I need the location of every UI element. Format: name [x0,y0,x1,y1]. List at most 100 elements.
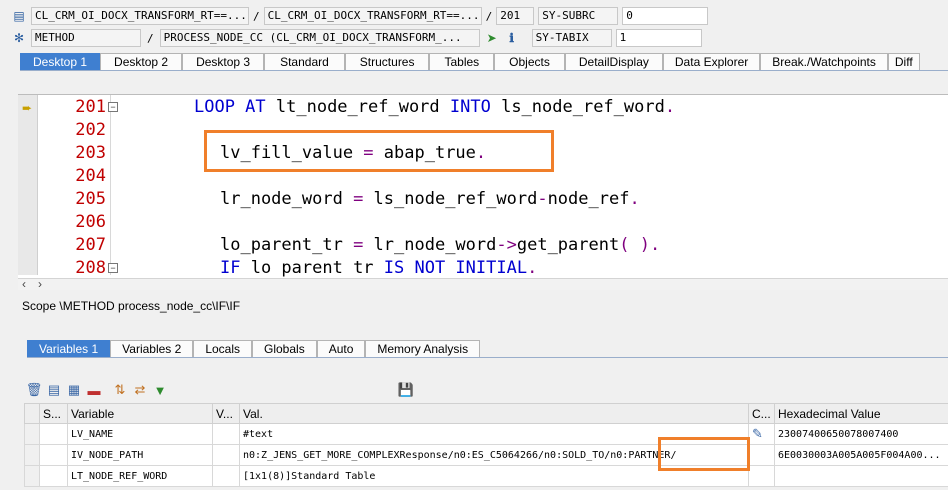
sysfield-value[interactable]: 0 [622,7,709,25]
operator: . [664,97,676,117]
fold-collapse-icon[interactable]: − [108,102,118,112]
tab-standard[interactable]: Standard [264,53,345,70]
line-number: 204 [75,166,106,186]
fold-bar [110,95,111,275]
tab-desktop-3[interactable]: Desktop 3 [182,53,265,70]
operator: -> [496,235,517,255]
identifier: ls_node_ref_word [363,189,538,209]
keyword: INTO [449,97,491,117]
transfer-icon[interactable]: ⇅ [112,382,128,398]
change-cell[interactable] [748,444,775,466]
tab-desktop-1[interactable]: Desktop 1 [20,53,101,70]
editor-hscrollbar[interactable]: ‹ › [18,277,948,291]
program-field[interactable]: CL_CRM_OI_DOCX_TRANSFORM_RT==... [31,7,249,25]
v-cell [212,423,240,445]
event-field[interactable]: PROCESS_NODE_CC (CL_CRM_OI_DOCX_TRANSFOR… [159,29,480,47]
scroll-right-icon[interactable]: › [38,277,42,291]
tab-locals[interactable]: Locals [193,340,252,357]
code-line-201: LOOP AT lt_node_ref_word INTO ls_node_re… [194,97,675,117]
table-row[interactable]: LV_NAME #text ✎ 23007400650078007400 [24,423,948,445]
sysfield-value[interactable]: 1 [615,29,702,47]
include-field[interactable]: CL_CRM_OI_DOCX_TRANSFORM_RT==... [263,7,482,25]
status-cell [39,465,68,487]
header-row-event: ✻ METHOD / PROCESS_NODE_CC (CL_CRM_OI_DO… [0,28,702,48]
swap-icon[interactable]: ⇄ [132,382,148,398]
tab-diff[interactable]: Diff [887,53,920,70]
hex-cell [774,465,948,487]
row-selector[interactable] [24,444,40,466]
line-number: 203 [75,143,106,163]
line-number: 208 [75,258,106,278]
table-row[interactable]: LT_NODE_REF_WORD [1x1(8)]Standard Table [24,465,948,487]
event-type-field[interactable]: METHOD [31,29,141,47]
tab-breakpoints[interactable]: Break./Watchpoints [760,53,888,70]
identifier: node_ref [547,189,630,209]
source-editor[interactable]: ➨ 201 202 203 204 205 206 207 208 − − LO… [18,94,948,278]
column-header-status[interactable]: S... [39,403,68,424]
tab-variables-2[interactable]: Variables 2 [110,340,194,357]
variable-cell[interactable]: LV_NAME [67,423,213,445]
pencil-icon[interactable]: ✎ [752,427,763,442]
export-icon[interactable]: ▤ [46,382,62,398]
line-field[interactable]: 201 [496,7,535,25]
column-header-hex[interactable]: Hexadecimal Value [774,403,948,424]
table-row[interactable]: IV_NODE_PATH n0:Z_JENS_GET_MORE_COMPLEXR… [24,444,948,466]
identifier: lr_node_word [220,189,354,209]
info-icon[interactable]: ℹ [504,30,520,46]
column-header-value[interactable]: Val. [239,403,749,424]
tab-globals[interactable]: Globals [252,340,317,357]
tab-detail-display[interactable]: DetailDisplay [564,53,663,70]
line-number: 201 [75,97,106,117]
identifier: lo_parent_tr [220,235,354,255]
highlight-box [204,130,554,172]
line-number: 206 [75,212,106,232]
tab-structures[interactable]: Structures [344,53,430,70]
line-number: 205 [75,189,106,209]
column-header-select[interactable] [24,403,40,424]
code-line-205: lr_node_word = ls_node_ref_word-node_ref… [220,189,640,209]
scroll-left-icon[interactable]: ‹ [22,277,26,291]
header-row-program: ▤ CL_CRM_OI_DOCX_TRANSFORM_RT==... / CL_… [0,6,709,26]
change-cell[interactable]: ✎ [748,423,775,445]
status-cell [39,444,68,466]
identifier: lr_node_word [363,235,497,255]
sysfield-name[interactable]: SY-SUBRC [538,7,619,25]
tab-variables-1[interactable]: Variables 1 [27,340,111,357]
breakpoint-gutter[interactable] [18,95,38,275]
tab-memory-analysis[interactable]: Memory Analysis [365,340,481,357]
tab-objects[interactable]: Objects [494,53,565,70]
tab-desktop-2[interactable]: Desktop 2 [100,53,183,70]
program-icon: ▤ [13,9,25,23]
row-selector[interactable] [24,465,40,487]
variables-grid: S... Variable V... Val. C... Hexadecimal… [24,403,948,487]
column-header-v[interactable]: V... [212,403,240,424]
hex-cell: 6E0030003A005A005F004A00... [774,444,948,466]
save-icon[interactable]: 💾 [398,382,414,398]
row-selector[interactable] [24,423,40,445]
change-cell[interactable] [748,465,775,487]
tab-tables[interactable]: Tables [429,53,495,70]
operator: = [353,189,364,209]
column-header-variable[interactable]: Variable [67,403,213,424]
status-cell [39,423,68,445]
tab-data-explorer[interactable]: Data Explorer [662,53,761,70]
delete-icon[interactable]: 🗑 [26,382,43,398]
current-line-arrow-icon: ➨ [22,101,33,115]
code-line-208: IF lo parent tr IS NOT INITIAL. [220,258,537,278]
sysfield-name[interactable]: SY-TABIX [531,29,612,47]
separator: / [485,9,493,23]
add-row-icon[interactable]: ▦ [66,382,82,398]
v-cell [212,444,240,466]
operator: . [527,258,538,278]
variable-cell[interactable]: LT_NODE_REF_WORD [67,465,213,487]
tab-auto[interactable]: Auto [316,340,366,357]
column-header-change[interactable]: C... [748,403,775,424]
line-number: 202 [75,120,106,140]
variable-cell[interactable]: IV_NODE_PATH [67,444,213,466]
filter-icon[interactable]: ▼ [152,382,168,398]
keyword: IF [220,258,241,278]
variables-tabbar: Variables 1 Variables 2 Locals Globals A… [27,340,948,358]
fold-collapse-icon[interactable]: − [108,263,118,273]
navigate-icon[interactable]: ➤ [484,30,500,46]
remove-row-icon[interactable]: ▬ [86,382,102,398]
